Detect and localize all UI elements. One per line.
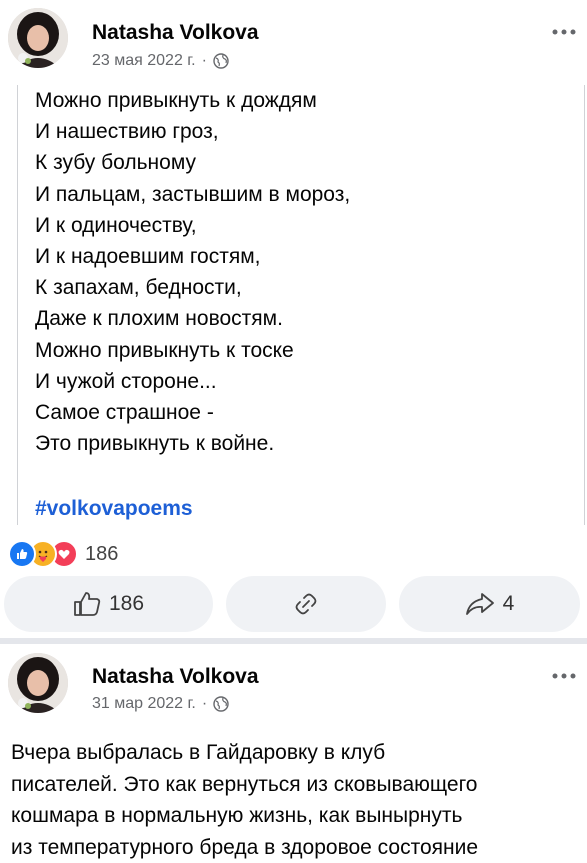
poem-line: К зубу больному [35,147,350,178]
thumbs-up-icon [73,591,101,617]
poem-line: Это привыкнуть к войне. [35,428,350,459]
avatar[interactable] [8,653,68,713]
poem-line: Даже к плохим новостям. [35,303,350,334]
post-meta: 31 мар 2022 г. · [92,695,229,713]
more-options-button[interactable] [551,660,577,686]
like-count: 186 [109,592,144,616]
share-arrow-icon [465,592,495,616]
poem-line: Можно привыкнуть к тоске [35,335,350,366]
post-1: Natasha Volkova 23 мая 2022 г. · Можно п… [0,0,587,638]
globe-icon [213,53,229,69]
poem-line: И чужой стороне... [35,366,350,397]
avatar-image [8,653,68,713]
post-text-line: кошмара в нормальную жизнь, как вынырнут… [11,800,581,832]
post-text: Вчера выбралась в Гайдаровку в клуб писа… [11,737,581,863]
reactions-count: 186 [85,543,118,566]
post-text-line: писателей. Это как вернуться из сковываю… [11,769,581,801]
post-date[interactable]: 23 мая 2022 г. [92,52,196,70]
poem-line: И нашествию гроз, [35,116,350,147]
share-button[interactable]: 4 [399,576,580,632]
poem: Можно привыкнуть к дождям И нашествию гр… [35,85,350,459]
post-text-line: из температурного бреда в здоровое состо… [11,832,581,863]
poem-line: И к надоевшим гостям, [35,241,350,272]
more-horizontal-icon [551,672,577,680]
like-button[interactable]: 186 [4,576,213,632]
poem-line: К запахам, бедности, [35,272,350,303]
comment-button[interactable] [226,576,386,632]
avatar[interactable] [8,8,68,68]
poem-line: И пальцам, застывшим в мороз, [35,179,350,210]
globe-icon [213,696,229,712]
post-date[interactable]: 31 мар 2022 г. [92,695,196,713]
author-name[interactable]: Natasha Volkova [92,665,259,689]
poem-container: Можно привыкнуть к дождям И нашествию гр… [17,85,585,525]
meta-separator: · [202,695,207,713]
more-options-button[interactable] [551,16,577,42]
poem-line: Самое страшное - [35,397,350,428]
hashtag-link[interactable]: #volkovapoems [35,497,193,521]
link-icon [292,590,320,618]
meta-separator: · [202,52,207,70]
avatar-image [8,8,68,68]
like-reaction-icon [8,540,36,568]
poem-line: Можно привыкнуть к дождям [35,85,350,116]
poem-line: И к одиночеству, [35,210,350,241]
share-count: 4 [503,592,515,616]
author-name[interactable]: Natasha Volkova [92,21,259,45]
reactions-summary[interactable]: 186 [8,540,118,568]
post-text-line: Вчера выбралась в Гайдаровку в клуб [11,737,581,769]
more-horizontal-icon [551,28,577,36]
post-meta: 23 мая 2022 г. · [92,52,229,70]
